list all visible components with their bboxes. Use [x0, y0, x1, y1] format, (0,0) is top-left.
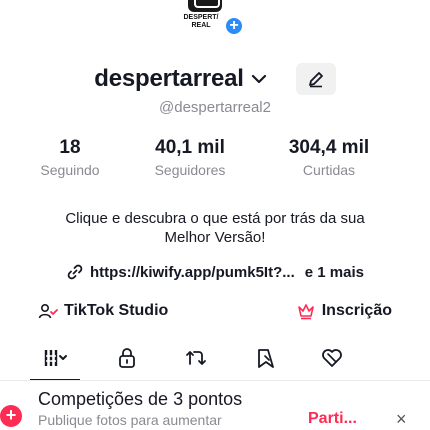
tab-reposts[interactable]: [174, 341, 218, 375]
lock-icon: [119, 348, 135, 368]
stat-followers[interactable]: 40,1 mil Seguidores: [116, 137, 264, 178]
stat-following[interactable]: 18 Seguindo: [24, 137, 116, 178]
tiktok-studio-label: TikTok Studio: [64, 302, 169, 319]
avatar-text-line2: REAL: [191, 22, 211, 29]
bookmark-icon: [258, 349, 274, 368]
profile-link[interactable]: https://kiwify.app/pumk5It?... e 1 mais: [0, 263, 430, 281]
link-icon: [67, 264, 83, 280]
stat-value: 304,4 mil: [288, 137, 370, 158]
plus-icon[interactable]: +: [224, 16, 244, 36]
link-more[interactable]: e 1 mais: [305, 264, 364, 281]
profile-buttons: TikTok Studio Inscrição: [30, 294, 400, 328]
profile-handle: @despertarreal2: [159, 99, 271, 116]
avatar-text-line1: DESPERT/: [183, 14, 219, 21]
chevron-down-icon[interactable]: [250, 70, 268, 88]
profile-bio: Clique e descubra o que está por trás da…: [0, 209, 430, 247]
repost-icon: [186, 351, 206, 365]
profile-avatar[interactable]: DESPERT/ REAL +: [178, 0, 248, 40]
tab-private[interactable]: [105, 341, 149, 375]
promo-participate-button[interactable]: Parti...: [308, 410, 357, 428]
promo-icon: +: [0, 405, 22, 427]
close-icon[interactable]: ×: [396, 409, 407, 430]
tab-favorites[interactable]: [244, 341, 288, 375]
bio-line2: Melhor Versão!: [164, 229, 266, 246]
stat-likes[interactable]: 304,4 mil Curtidas: [264, 137, 394, 178]
promo-title: Competições de 3 pontos: [38, 389, 243, 409]
profile-tabs: [0, 341, 430, 381]
stat-label: Seguindo: [40, 162, 100, 178]
tabs-divider: [0, 380, 430, 381]
username[interactable]: despertarreal: [94, 65, 244, 93]
tab-videos[interactable]: [34, 341, 78, 375]
heart-icon: [322, 349, 342, 367]
tab-liked[interactable]: [310, 341, 354, 375]
stat-value: 40,1 mil: [155, 137, 225, 158]
stat-label: Seguidores: [154, 162, 226, 178]
subscription-button[interactable]: Inscrição: [288, 294, 400, 328]
profile-name-row: despertarreal: [0, 63, 430, 95]
tiktok-studio-button[interactable]: TikTok Studio: [30, 294, 176, 328]
promo-subtitle: Publique fotos para aumentar: [38, 412, 222, 428]
pencil-icon: [308, 72, 323, 88]
bio-line1: Clique e descubra o que está por trás da…: [65, 210, 365, 227]
profile-stats: 18 Seguindo 40,1 mil Seguidores 304,4 mi…: [24, 137, 406, 178]
studio-icon: [38, 303, 58, 319]
stat-value: 18: [59, 137, 81, 158]
avatar-text: DESPERT/ REAL: [178, 14, 224, 30]
stat-label: Curtidas: [302, 162, 356, 178]
grid-icon: [44, 350, 67, 366]
subscription-label: Inscrição: [321, 302, 392, 319]
link-url[interactable]: https://kiwify.app/pumk5It?...: [90, 264, 295, 281]
subscription-icon: [297, 304, 314, 320]
avatar-logo: [188, 0, 222, 12]
edit-profile-button[interactable]: [295, 63, 336, 95]
